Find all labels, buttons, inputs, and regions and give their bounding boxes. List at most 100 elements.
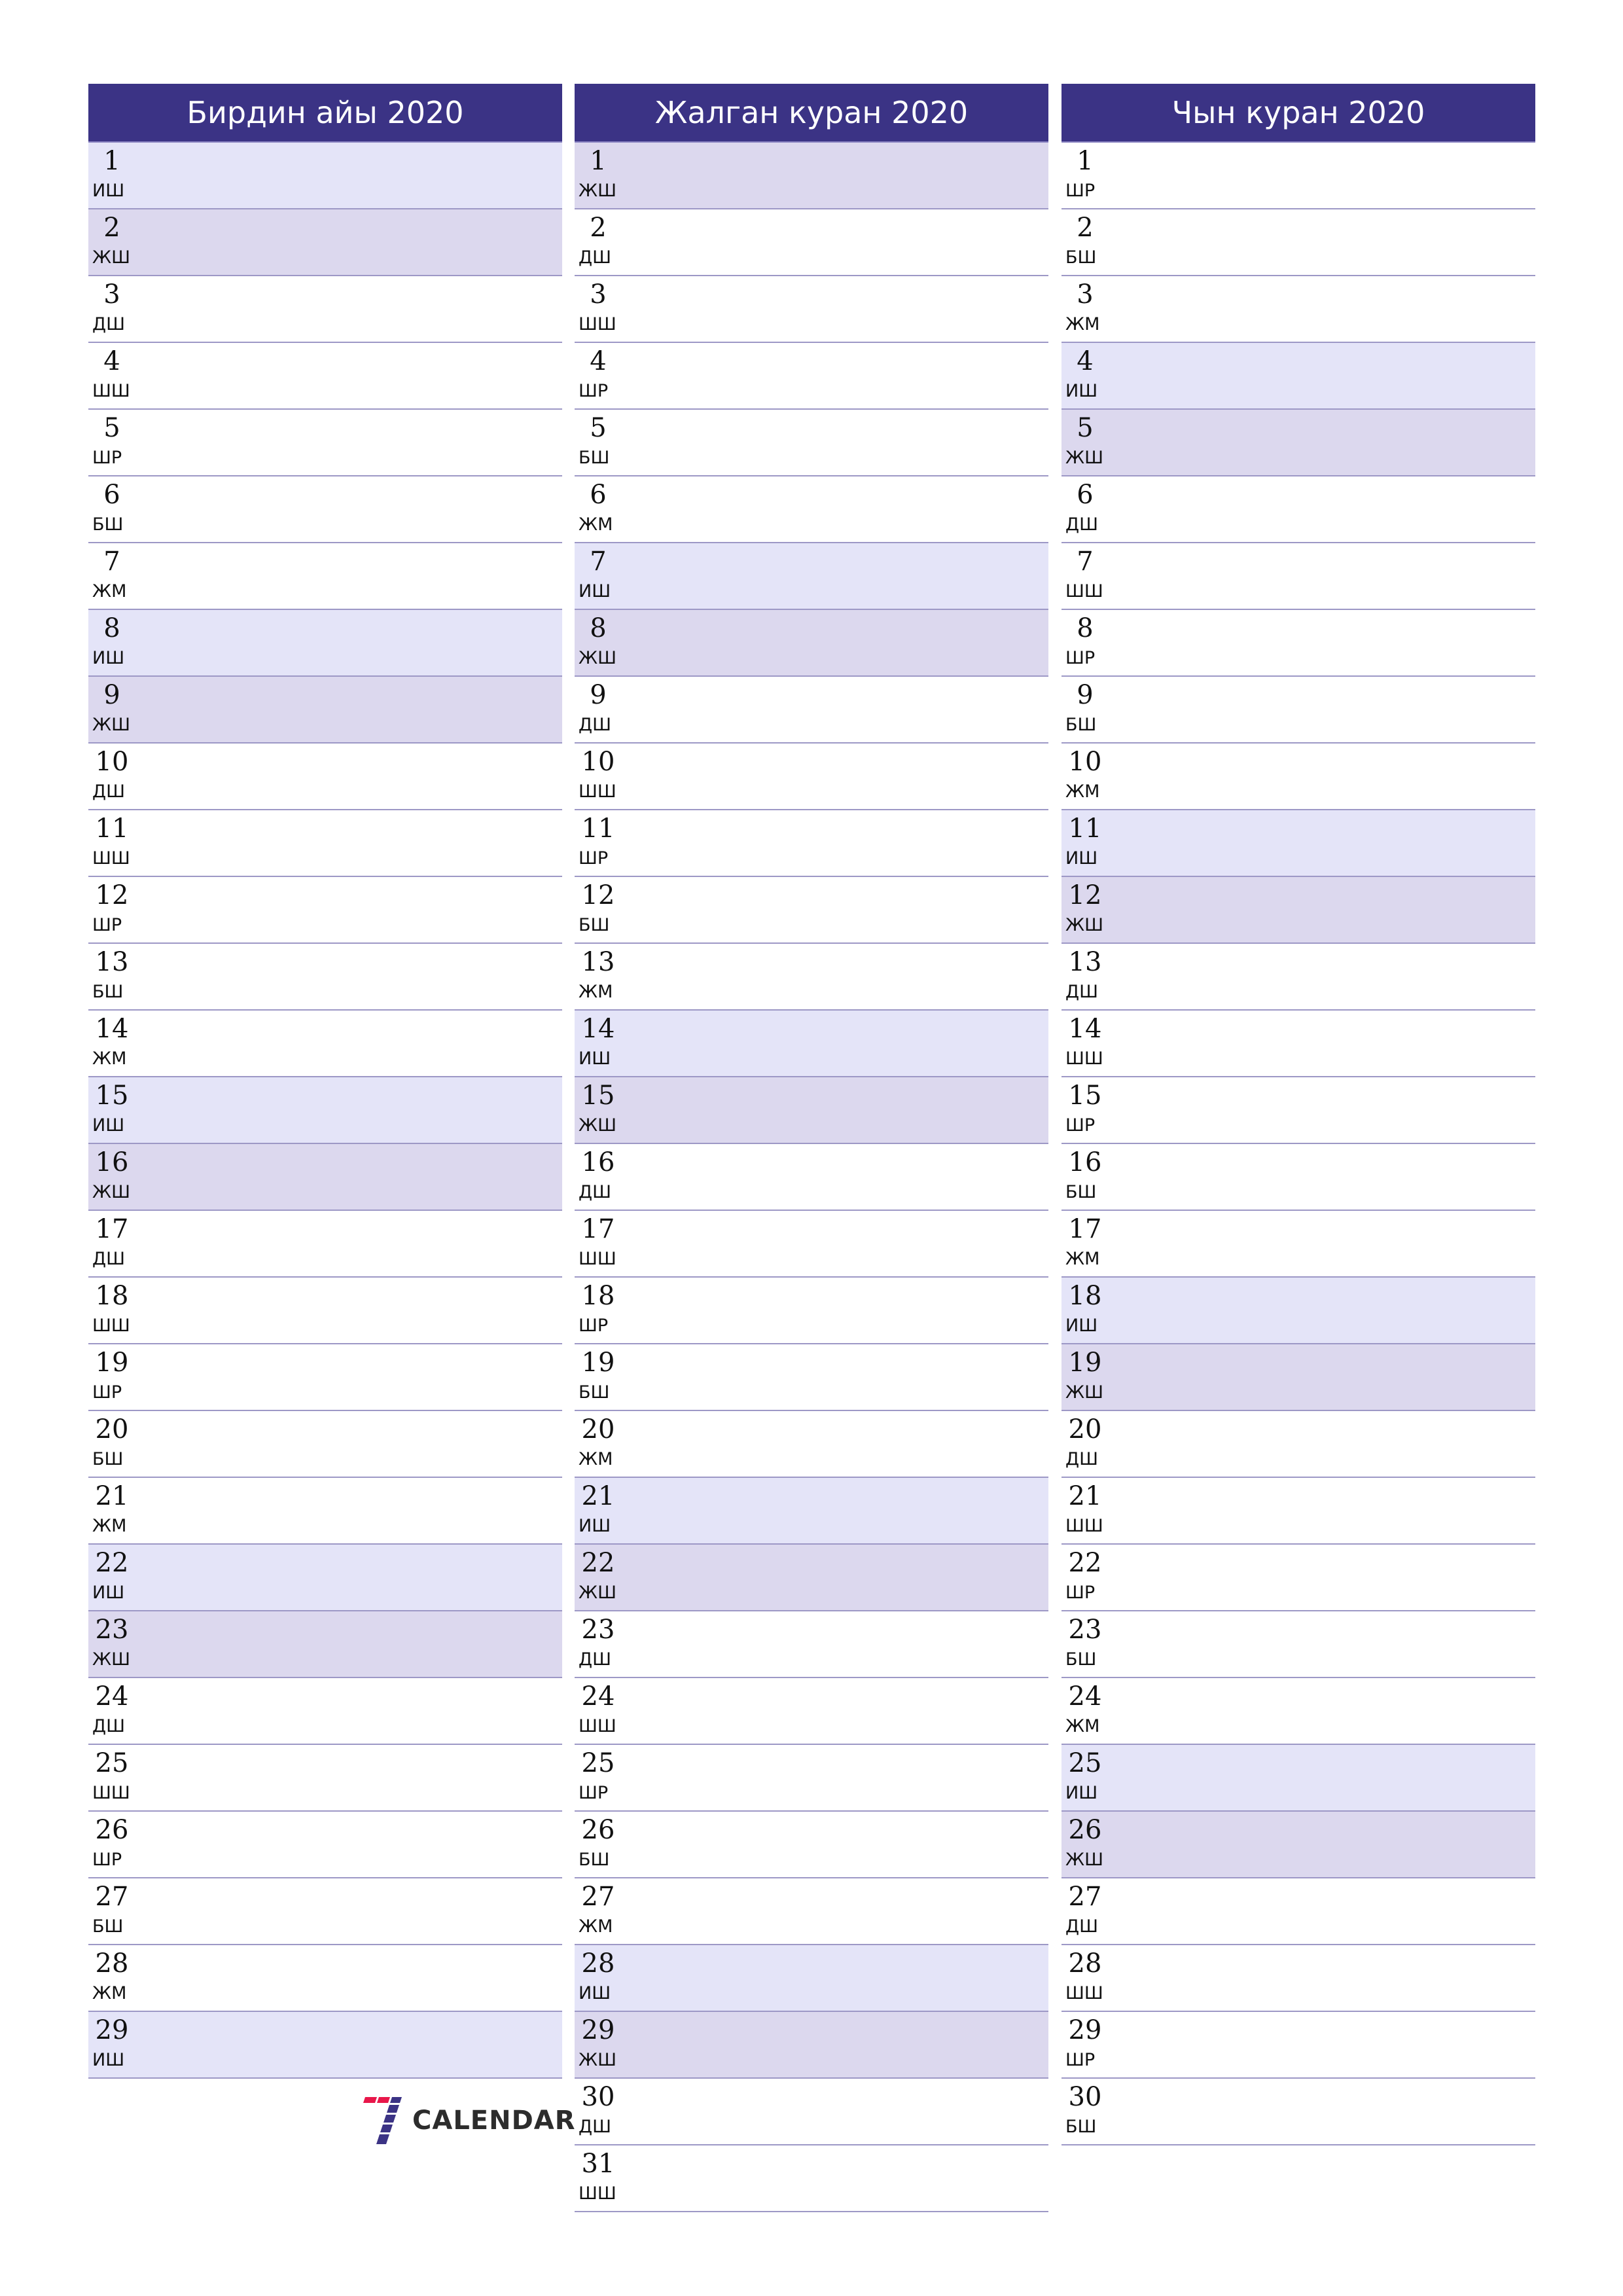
day-row: 22 ЖШ bbox=[575, 1545, 1048, 1611]
weekday-label: ШШ bbox=[1065, 1983, 1103, 2003]
day-number: 25 bbox=[581, 1748, 615, 1778]
day-row: 23 ДШ bbox=[575, 1611, 1048, 1678]
day-row: 23 ЖШ bbox=[88, 1611, 562, 1678]
weekday-label: ШР bbox=[92, 1382, 122, 1403]
day-row: 12 БШ bbox=[575, 877, 1048, 944]
weekday-label: БШ bbox=[92, 982, 124, 1002]
weekday-label: ШШ bbox=[1065, 1516, 1103, 1536]
day-row: 15 ИШ bbox=[88, 1077, 562, 1144]
day-number: 14 bbox=[581, 1014, 615, 1044]
day-number: 9 bbox=[1077, 680, 1094, 710]
day-number: 17 bbox=[1068, 1214, 1102, 1244]
day-row: 23 БШ bbox=[1061, 1611, 1535, 1678]
day-row: 8 ШР bbox=[1061, 610, 1535, 677]
day-number: 22 bbox=[1068, 1548, 1102, 1578]
day-row: 19 ШР bbox=[88, 1344, 562, 1411]
weekday-label: ШР bbox=[579, 381, 609, 401]
day-row: 1 ИШ bbox=[88, 143, 562, 209]
day-row: 4 ИШ bbox=[1061, 343, 1535, 410]
day-row: 30 БШ bbox=[1061, 2079, 1535, 2145]
day-number: 26 bbox=[1068, 1815, 1102, 1845]
day-number: 14 bbox=[95, 1014, 129, 1044]
day-number: 8 bbox=[1077, 613, 1094, 643]
weekday-label: ИШ bbox=[1065, 381, 1098, 401]
day-row: 29 ЖШ bbox=[575, 2012, 1048, 2079]
day-number: 20 bbox=[581, 1414, 615, 1444]
weekday-label: ШР bbox=[1065, 648, 1096, 668]
day-number: 19 bbox=[581, 1348, 615, 1378]
day-number: 22 bbox=[581, 1548, 615, 1578]
month-title: Бирдин айы 2020 bbox=[187, 95, 464, 130]
day-row: 13 БШ bbox=[88, 944, 562, 1011]
day-number: 20 bbox=[95, 1414, 129, 1444]
weekday-label: ЖМ bbox=[579, 1449, 613, 1469]
day-row: 17 ДШ bbox=[88, 1211, 562, 1278]
day-number: 15 bbox=[1068, 1081, 1102, 1111]
day-number: 13 bbox=[95, 947, 129, 977]
day-number: 5 bbox=[590, 413, 607, 443]
weekday-label: ШР bbox=[579, 1783, 609, 1803]
weekday-label: ИШ bbox=[92, 181, 125, 201]
weekday-label: ДШ bbox=[92, 1249, 125, 1269]
weekday-label: ДШ bbox=[579, 247, 611, 268]
day-row: 14 ИШ bbox=[575, 1011, 1048, 1077]
day-number: 4 bbox=[103, 346, 120, 376]
weekday-label: ЖМ bbox=[579, 1916, 613, 1937]
day-row: 4 ШР bbox=[575, 343, 1048, 410]
day-row: 25 ШР bbox=[575, 1745, 1048, 1812]
day-row: 25 ИШ bbox=[1061, 1745, 1535, 1812]
day-row: 16 ДШ bbox=[575, 1144, 1048, 1211]
weekday-label: ШШ bbox=[92, 1783, 130, 1803]
weekday-label: ИШ bbox=[1065, 1783, 1098, 1803]
weekday-label: ЖШ bbox=[92, 1182, 130, 1202]
day-number: 28 bbox=[581, 1948, 615, 1979]
day-row: 12 ШР bbox=[88, 877, 562, 944]
weekday-label: БШ bbox=[1065, 1649, 1097, 1670]
day-number: 15 bbox=[581, 1081, 615, 1111]
day-row: 15 ЖШ bbox=[575, 1077, 1048, 1144]
day-row: 24 ЖМ bbox=[1061, 1678, 1535, 1745]
day-row: 27 ДШ bbox=[1061, 1878, 1535, 1945]
weekday-label: ЖМ bbox=[579, 514, 613, 535]
day-number: 8 bbox=[590, 613, 607, 643]
day-number: 25 bbox=[95, 1748, 129, 1778]
day-number: 29 bbox=[1068, 2015, 1102, 2045]
weekday-label: ШШ bbox=[579, 2183, 616, 2204]
weekday-label: ШР bbox=[579, 848, 609, 869]
day-row: 5 ЖШ bbox=[1061, 410, 1535, 476]
weekday-label: ИШ bbox=[1065, 848, 1098, 869]
day-row: 14 ЖМ bbox=[88, 1011, 562, 1077]
weekday-label: ШШ bbox=[579, 314, 616, 334]
day-row: 21 ЖМ bbox=[88, 1478, 562, 1545]
day-number: 6 bbox=[590, 480, 607, 510]
day-number: 24 bbox=[581, 1681, 615, 1712]
day-row: 11 ИШ bbox=[1061, 810, 1535, 877]
weekday-label: ЖШ bbox=[1065, 915, 1103, 935]
day-number: 28 bbox=[95, 1948, 129, 1979]
day-number: 28 bbox=[1068, 1948, 1102, 1979]
day-row: 6 ДШ bbox=[1061, 476, 1535, 543]
day-row: 30 ДШ bbox=[575, 2079, 1048, 2145]
weekday-label: ШР bbox=[579, 1316, 609, 1336]
day-number: 19 bbox=[95, 1348, 129, 1378]
day-number: 1 bbox=[1077, 146, 1094, 176]
day-number: 13 bbox=[1068, 947, 1102, 977]
day-number: 24 bbox=[1068, 1681, 1102, 1712]
weekday-label: ДШ bbox=[579, 1649, 611, 1670]
day-row: 3 ЖМ bbox=[1061, 276, 1535, 343]
day-number: 23 bbox=[581, 1615, 615, 1645]
day-number: 18 bbox=[581, 1281, 615, 1311]
day-number: 31 bbox=[581, 2149, 615, 2179]
weekday-label: ЖШ bbox=[579, 648, 616, 668]
day-number: 18 bbox=[1068, 1281, 1102, 1311]
day-number: 21 bbox=[581, 1481, 615, 1511]
day-row: 10 ЖМ bbox=[1061, 744, 1535, 810]
day-number: 7 bbox=[1077, 547, 1094, 577]
day-number: 5 bbox=[103, 413, 120, 443]
day-number: 22 bbox=[95, 1548, 129, 1578]
day-number: 14 bbox=[1068, 1014, 1102, 1044]
day-row: 10 ДШ bbox=[88, 744, 562, 810]
day-row: 8 ИШ bbox=[88, 610, 562, 677]
weekday-label: ШР bbox=[1065, 2050, 1096, 2070]
day-row: 27 ЖМ bbox=[575, 1878, 1048, 1945]
